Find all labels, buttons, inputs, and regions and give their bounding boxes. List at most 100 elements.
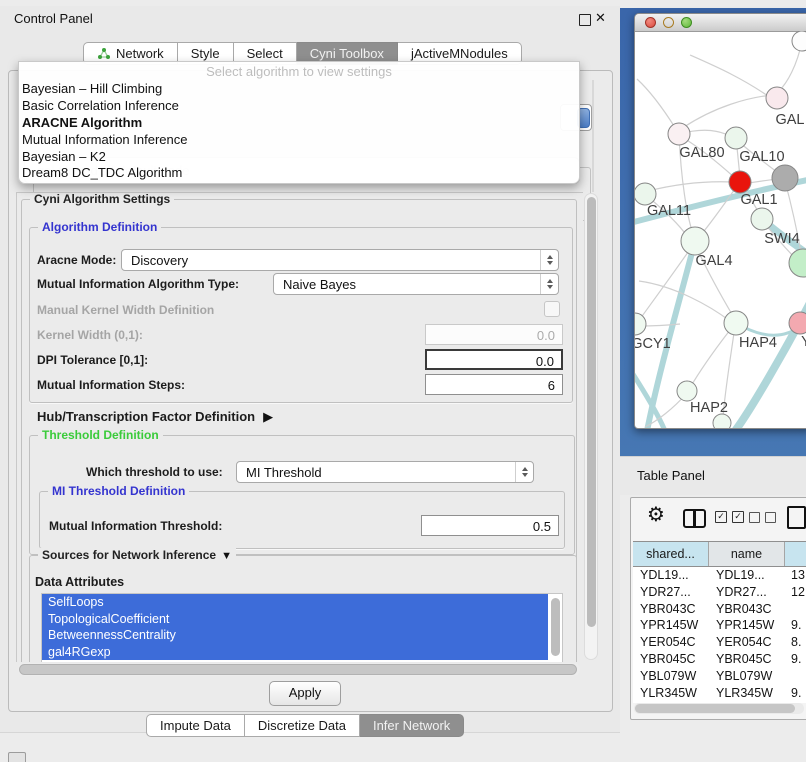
table-cell: YBR043C (709, 601, 785, 618)
network-window: GALGAL80GAL10GAL1GAL11SWI4GAL4GCY1HAP4YH… (634, 13, 806, 429)
network-node[interactable] (772, 165, 798, 191)
table-body: YDL19...YDL19...13YDR27...YDR27...12YBR0… (633, 567, 806, 703)
algorithm-option-dream8-dc-tdc-algorithm[interactable]: Dream8 DC_TDC Algorithm (19, 164, 579, 181)
table-panel-title: Table Panel (637, 468, 705, 483)
network-node[interactable] (789, 249, 806, 277)
network-node-gal11[interactable] (635, 183, 656, 205)
network-view-panel: GALGAL80GAL10GAL1GAL11SWI4GAL4GCY1HAP4YH… (620, 8, 806, 456)
hub-definition-expander[interactable]: Hub/Transcription Factor Definition▶ (37, 409, 273, 425)
tab-label: Network (116, 46, 164, 61)
network-node-gal4[interactable] (681, 227, 709, 255)
network-node-gal80[interactable] (668, 123, 690, 145)
network-node-y[interactable] (789, 312, 806, 334)
sources-title[interactable]: Sources for Network Inference▼ (38, 548, 236, 562)
table-row[interactable]: YDL19...YDL19...13 (633, 567, 806, 584)
data-attributes-list: SelfLoopsTopologicalCoefficientBetweenne… (41, 593, 563, 662)
checked-boxes-icon[interactable]: ✓ ✓ (715, 511, 744, 523)
mit-field[interactable]: 0.5 (421, 515, 559, 536)
mi-steps-field[interactable]: 6 (425, 374, 563, 395)
network-node-gal[interactable] (766, 87, 788, 109)
table-row[interactable]: YER054CYER054C8. (633, 634, 806, 651)
document-icon[interactable] (787, 506, 806, 529)
network-node-swi4[interactable] (751, 208, 773, 230)
which-threshold-combobox[interactable]: MI Threshold (236, 461, 534, 483)
network-node-gal1[interactable] (729, 171, 751, 193)
collapsed-panel-chip[interactable] (8, 752, 26, 762)
data-attribute-items: SelfLoopsTopologicalCoefficientBetweenne… (42, 594, 562, 660)
algorithm-option-basic-correlation-inference[interactable]: Basic Correlation Inference (19, 97, 579, 114)
network-node[interactable] (713, 414, 731, 428)
network-node-hap4[interactable] (724, 311, 748, 335)
table-row[interactable]: YBR043CYBR043C (633, 601, 806, 618)
kernel-width-field[interactable]: 0.0 (425, 324, 563, 345)
tab-label: Select (247, 46, 283, 61)
manual-kernel-checkbox[interactable] (544, 301, 560, 317)
list-scrollbar-thumb[interactable] (551, 598, 560, 656)
settings-horizontal-scrollbar[interactable] (18, 663, 580, 676)
column-header-name[interactable]: name (709, 542, 785, 566)
settings-vertical-scrollbar[interactable] (584, 193, 598, 660)
which-threshold-value: MI Threshold (246, 465, 322, 480)
table-panel-header: Table Panel (620, 456, 806, 495)
network-node[interactable] (792, 31, 806, 51)
algorithm-option-bayesian-k2[interactable]: Bayesian – K2 (19, 148, 579, 165)
float-window-icon[interactable] (579, 14, 591, 26)
table-toolbar: ⚙ ✓ ✓ (631, 498, 806, 538)
table-cell: YDR27... (633, 584, 709, 601)
table-cell: YLR345W (633, 685, 709, 702)
minimize-traffic-light-icon[interactable] (663, 17, 674, 28)
column-header-hidden[interactable] (785, 542, 806, 566)
unchecked-boxes-icon[interactable] (749, 512, 776, 523)
table-scrollbar-thumb[interactable] (635, 704, 795, 713)
algorithm-option-mutual-information-inference[interactable]: Mutual Information Inference (19, 131, 579, 148)
table-horizontal-scrollbar[interactable] (634, 703, 804, 714)
mit-label: Mutual Information Threshold: (49, 519, 222, 533)
expand-right-icon: ▶ (263, 409, 273, 425)
table-row[interactable]: YLR345WYLR345W9. (633, 685, 806, 702)
box-icon (749, 512, 760, 523)
table-panel: ⚙ ✓ ✓ shared...name YDL19...YDL19...13YD… (630, 497, 806, 720)
table-row[interactable]: YPR145WYPR145W9. (633, 617, 806, 634)
bottom-tab-bar: Impute DataDiscretize DataInfer Network (146, 714, 464, 737)
network-edge (700, 186, 737, 236)
aracne-mode-combobox[interactable]: Discovery (121, 249, 559, 271)
table-header-row: shared...name (633, 542, 806, 567)
gear-icon[interactable]: ⚙ (647, 504, 665, 524)
network-graph[interactable]: GALGAL80GAL10GAL1GAL11SWI4GAL4GCY1HAP4YH… (635, 31, 806, 428)
attribute-item-selfloops[interactable]: SelfLoops (42, 594, 548, 611)
algorithm-option-bayesian-hill-climbing[interactable]: Bayesian – Hill Climbing (19, 80, 579, 97)
cyni-algorithm-settings-title: Cyni Algorithm Settings (30, 192, 174, 206)
tab-impute-data[interactable]: Impute Data (146, 714, 245, 737)
mi-steps-label: Mutual Information Steps: (37, 378, 185, 392)
network-node-hap2[interactable] (677, 381, 697, 401)
network-window-titlebar[interactable] (635, 14, 806, 32)
horizontal-scrollbar-thumb[interactable] (19, 664, 577, 675)
attribute-item-betweennesscentrality[interactable]: BetweennessCentrality (42, 627, 548, 644)
column-header-shared[interactable]: shared... (633, 542, 709, 566)
tab-discretize-data[interactable]: Discretize Data (245, 714, 360, 737)
apply-button[interactable]: Apply (269, 681, 341, 706)
network-node-gcy1[interactable] (635, 313, 646, 335)
attribute-item-topologicalcoefficient[interactable]: TopologicalCoefficient (42, 611, 548, 628)
attribute-item-gal4rgexp[interactable]: gal4RGexp (42, 644, 548, 661)
split-columns-icon[interactable] (683, 509, 706, 528)
close-icon[interactable]: ✕ (595, 10, 606, 26)
aracne-mode-value: Discovery (131, 253, 188, 268)
table-row[interactable]: YDR27...YDR27...12 (633, 584, 806, 601)
network-edge (681, 95, 773, 129)
node-label-gal1: GAL1 (740, 192, 777, 208)
vertical-scrollbar-thumb[interactable] (587, 197, 596, 627)
network-edge (648, 182, 733, 191)
network-node-gal10[interactable] (725, 127, 747, 149)
tab-infer-network[interactable]: Infer Network (360, 714, 464, 737)
check-icon: ✓ (715, 511, 727, 523)
zoom-traffic-light-icon[interactable] (681, 17, 692, 28)
algorithm-option-aracne-algorithm[interactable]: ARACNE Algorithm (19, 114, 579, 131)
table-row[interactable]: YBL079WYBL079W (633, 668, 806, 685)
table-row[interactable]: YBR045CYBR045C9. (633, 651, 806, 668)
table-cell: YDL19... (633, 567, 709, 584)
dpi-tolerance-field[interactable]: 0.0 (425, 349, 563, 370)
mi-type-combobox[interactable]: Naive Bayes (273, 273, 559, 295)
close-traffic-light-icon[interactable] (645, 17, 656, 28)
table-cell: YLR345W (709, 685, 785, 702)
